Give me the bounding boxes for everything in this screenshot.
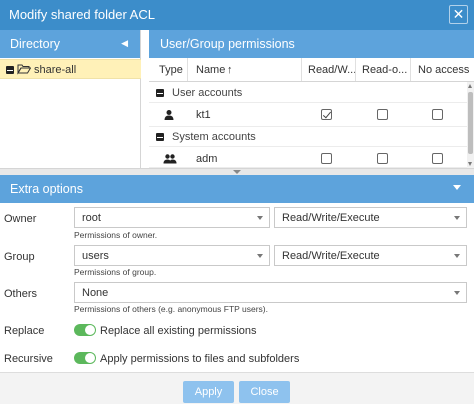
column-type[interactable]: Type: [159, 64, 183, 76]
table-row[interactable]: kt1: [149, 103, 467, 127]
sort-ascending-icon: ↑: [227, 64, 233, 76]
directory-header: Directory ◀: [0, 30, 140, 58]
owner-permission-value: Read/Write/Execute: [282, 212, 380, 224]
column-read-only[interactable]: Read-o...: [362, 64, 407, 76]
read-write-checkbox[interactable]: [321, 109, 332, 120]
tree-node-label: share-all: [34, 64, 77, 76]
group-select[interactable]: users: [74, 245, 270, 266]
chevron-down-icon[interactable]: [257, 216, 263, 220]
scroll-down-icon[interactable]: [468, 162, 472, 166]
column-separator: [410, 58, 411, 81]
toggle-knob: [85, 353, 95, 363]
dialog-titlebar: Modify shared folder ACL ✕: [0, 0, 474, 30]
group-row-system-accounts[interactable]: System accounts: [149, 127, 467, 147]
close-button[interactable]: Close: [239, 381, 290, 403]
read-write-checkbox[interactable]: [321, 153, 332, 164]
group-label: User accounts: [172, 87, 243, 99]
owner-label: Owner: [4, 213, 37, 225]
owner-hint: Permissions of owner.: [74, 230, 158, 240]
permissions-scrollbar[interactable]: [467, 82, 474, 168]
close-icon[interactable]: ✕: [449, 5, 468, 24]
replace-label: Replace: [4, 325, 45, 337]
permissions-grid-header: Type Name ↑ Read/W... Read-o... No acces…: [149, 58, 474, 82]
folder-open-icon: [17, 64, 31, 75]
chevron-down-icon[interactable]: [454, 216, 460, 220]
users-icon: [163, 154, 177, 164]
owner-select[interactable]: root: [74, 207, 270, 228]
directory-panel: Directory ◀ share-all: [0, 30, 141, 168]
collapse-down-icon[interactable]: [453, 185, 461, 190]
others-select[interactable]: None: [74, 282, 467, 303]
others-value: None: [82, 287, 109, 299]
recursive-label: Recursive: [4, 353, 53, 365]
group-permission-select[interactable]: Read/Write/Execute: [274, 245, 467, 266]
extra-options-title: Extra options: [10, 182, 83, 196]
group-label: Group: [4, 251, 35, 263]
group-collapse-icon[interactable]: [156, 133, 164, 141]
recursive-toggle-label: Apply permissions to files and subfolder…: [100, 353, 300, 365]
no-access-checkbox[interactable]: [432, 109, 443, 120]
group-hint: Permissions of group.: [74, 267, 157, 277]
chevron-down-icon[interactable]: [454, 254, 460, 258]
group-value: users: [82, 250, 109, 262]
table-row[interactable]: adm: [149, 147, 467, 168]
no-access-checkbox[interactable]: [432, 153, 443, 164]
chevron-down-icon[interactable]: [454, 291, 460, 295]
others-hint: Permissions of others (e.g. anonymous FT…: [74, 304, 269, 314]
account-name: adm: [196, 153, 218, 165]
panel-splitter[interactable]: [0, 168, 474, 175]
splitter-collapse-icon[interactable]: [233, 170, 241, 174]
group-label: System accounts: [172, 131, 256, 143]
column-read-write[interactable]: Read/W...: [308, 64, 356, 76]
group-row-user-accounts[interactable]: User accounts: [149, 83, 467, 103]
column-separator: [355, 58, 356, 81]
apply-button[interactable]: Apply: [183, 381, 234, 403]
owner-permission-select[interactable]: Read/Write/Execute: [274, 207, 467, 228]
user-icon: [164, 110, 174, 120]
column-no-access[interactable]: No access: [418, 64, 469, 76]
scroll-up-icon[interactable]: [468, 84, 472, 88]
replace-toggle[interactable]: [74, 324, 96, 336]
column-name[interactable]: Name: [196, 64, 225, 76]
permissions-panel: User/Group permissions Type Name ↑ Read/…: [149, 30, 474, 168]
read-only-checkbox[interactable]: [377, 153, 388, 164]
toggle-knob: [85, 325, 95, 335]
replace-toggle-label: Replace all existing permissions: [100, 325, 257, 337]
owner-value: root: [82, 212, 101, 224]
scrollbar-thumb[interactable]: [468, 92, 473, 154]
collapse-left-icon[interactable]: ◀: [121, 38, 128, 49]
account-name: kt1: [196, 109, 211, 121]
column-separator: [301, 58, 302, 81]
directory-title: Directory: [10, 37, 61, 51]
column-separator: [187, 58, 188, 81]
dialog-footer: Apply Close: [0, 372, 474, 404]
extra-options-header[interactable]: Extra options: [0, 175, 474, 203]
tree-node-share-all[interactable]: share-all: [0, 59, 141, 79]
group-collapse-icon[interactable]: [156, 89, 164, 97]
permissions-header: User/Group permissions: [149, 30, 474, 58]
permissions-title: User/Group permissions: [160, 37, 295, 51]
chevron-down-icon[interactable]: [257, 254, 263, 258]
acl-dialog: Modify shared folder ACL ✕ Directory ◀ s…: [0, 0, 474, 404]
tree-collapse-icon[interactable]: [6, 66, 14, 74]
recursive-toggle[interactable]: [74, 352, 96, 364]
read-only-checkbox[interactable]: [377, 109, 388, 120]
dialog-title: Modify shared folder ACL: [9, 7, 155, 22]
others-label: Others: [4, 288, 38, 300]
group-permission-value: Read/Write/Execute: [282, 250, 380, 262]
